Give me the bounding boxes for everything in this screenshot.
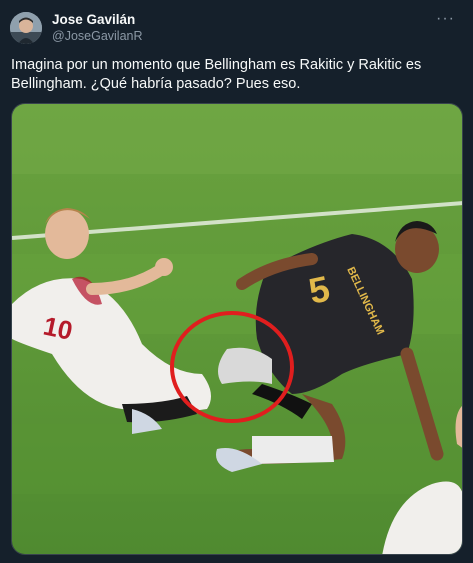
- avatar-photo-icon: [10, 12, 42, 44]
- ellipsis-icon[interactable]: ···: [436, 10, 455, 28]
- tweet-media[interactable]: 10 5 BELLINGHAM: [11, 103, 463, 555]
- opponent-jersey-number: 10: [41, 311, 76, 346]
- author-display-name[interactable]: Jose Gavilán: [52, 12, 135, 27]
- author-handle[interactable]: @JoseGavilanR: [52, 29, 143, 43]
- tweet-text: Imagina por un momento que Bellingham es…: [11, 57, 422, 92]
- tweet-card: Jose Gavilán @JoseGavilanR ··· Imagina p…: [0, 0, 473, 563]
- football-tackle-photo-icon: 10 5 BELLINGHAM: [12, 104, 462, 554]
- author-avatar[interactable]: [10, 12, 42, 44]
